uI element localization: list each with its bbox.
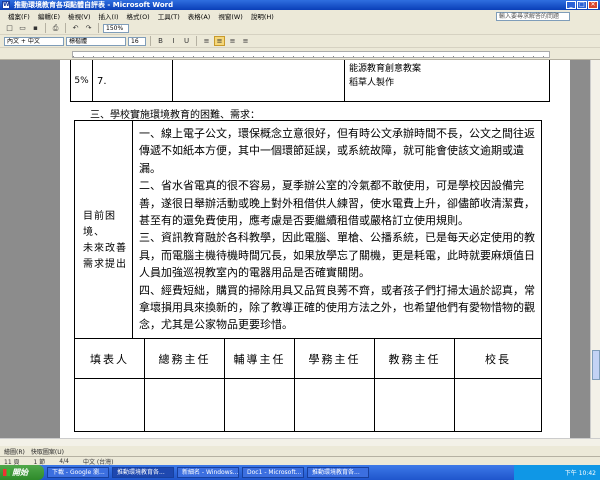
zoom-select[interactable]: 150% [103, 23, 129, 33]
paragraph: 三、資訊教育融於各科教學，因此電腦、單槍、公播系統，已是每天必定使用的教具，而電… [139, 231, 535, 280]
signature-cell[interactable] [75, 379, 145, 431]
document-area: 5% 7. 能源教育創意教案 稻草人製作 三、學校實施環境教育的困難、需求： 目… [0, 60, 590, 438]
autoshapes-menu[interactable]: 快取圖案(U) [31, 447, 64, 456]
italic-icon[interactable]: I [168, 36, 179, 46]
signature-row [75, 379, 541, 431]
window-controls: _ □ ✕ [566, 1, 598, 9]
description-line: 稻草人製作 [349, 78, 395, 88]
drawing-toolbar: 繪圖(R) 快取圖案(U) [0, 446, 600, 456]
paragraph: 二、省水省電真的很不容易，夏季辦公室的冷氣都不敢使用，可是學校因設備完善，遂很日… [139, 179, 535, 228]
menu-table[interactable]: 表格(A) [184, 11, 215, 21]
toolbar-separator [98, 23, 99, 33]
close-button[interactable]: ✕ [588, 1, 598, 9]
menu-edit[interactable]: 編輯(E) [34, 11, 64, 21]
section-heading: 三、學校實施環境教育的困難、需求： [90, 110, 260, 121]
minimize-button[interactable]: _ [566, 1, 576, 9]
signature-cell[interactable] [375, 379, 455, 431]
align-center-icon[interactable]: ≡ [214, 36, 225, 46]
taskbar: 開始 下載 - Google 瀏... 推動環境教育各... 新細名 - Win… [0, 465, 600, 480]
taskbar-item[interactable]: 推動環境教育各... [307, 467, 369, 478]
vertical-scrollbar[interactable] [590, 60, 600, 438]
signature-cell[interactable] [225, 379, 295, 431]
menu-tools[interactable]: 工具(T) [154, 11, 184, 21]
signature-header: 學務主任 [295, 339, 375, 378]
signature-cell[interactable] [455, 379, 541, 431]
menu-window[interactable]: 視窗(W) [214, 11, 247, 21]
signature-header-row: 填表人 總務主任 輔導主任 學務主任 教務主任 校長 [75, 339, 541, 379]
open-icon[interactable]: ▭ [17, 23, 28, 33]
status-pages: 4/4 [59, 457, 69, 465]
status-bar: 11 頁 1 節 4/4 中文 (台灣) [0, 456, 600, 466]
percent-cell: 5% [71, 60, 93, 102]
word-app-icon[interactable]: W [2, 1, 10, 9]
signature-cell[interactable] [295, 379, 375, 431]
draw-menu[interactable]: 繪圖(R) [4, 447, 25, 456]
menu-file[interactable]: 檔案(F) [4, 11, 34, 21]
empty-cell [257, 60, 345, 102]
save-icon[interactable]: ▪ [30, 23, 41, 33]
taskbar-item[interactable]: Doc1 - Microsoft... [242, 467, 304, 478]
horizontal-scrollbar[interactable] [0, 438, 600, 446]
paragraph: 四、經費短絀，購買的掃除用具又品質良莠不齊，或者孩子們打掃太過於認真，常拿壞損用… [139, 283, 535, 332]
window-title: 推動環境教育各項點體自評表 - Microsoft Word [14, 1, 174, 9]
difficulties-content-cell: 一、線上電子公文，環保概念立意很好，但有時公文承辦時間不長，公文之間往返傳遞不如… [133, 121, 541, 339]
row-label-cell: 目前困境、 未來改善 需求提出 [75, 121, 133, 339]
toolbar-separator [45, 23, 46, 33]
horizontal-ruler[interactable] [0, 48, 600, 60]
redo-icon[interactable]: ↷ [83, 23, 94, 33]
taskbar-item[interactable]: 推動環境教育各... [112, 467, 174, 478]
row-label-line: 需求提出 [83, 259, 127, 270]
windows-logo-icon [3, 469, 10, 476]
print-icon[interactable]: ⎙ [50, 23, 61, 33]
font-select[interactable]: 標楷體 [66, 36, 126, 46]
style-select[interactable]: 內文 + 中文 [4, 36, 64, 46]
taskbar-item[interactable]: 新細名 - Windows... [177, 467, 239, 478]
new-document-icon[interactable]: □ [4, 23, 15, 33]
help-search-input[interactable]: 輸入要尋求解答的問題 [496, 12, 570, 21]
align-right-icon[interactable]: ≡ [227, 36, 238, 46]
description-line: 能源教育創意教案 [349, 64, 422, 74]
row-label-line: 目前困境、 [83, 211, 116, 238]
maximize-button[interactable]: □ [577, 1, 587, 9]
taskbar-item[interactable]: 下載 - Google 瀏... [47, 467, 109, 478]
toolbar-separator [196, 36, 197, 46]
difficulties-table: 目前困境、 未來改善 需求提出 一、線上電子公文，環保概念立意很好，但有時公文承… [74, 120, 542, 432]
bold-icon[interactable]: B [155, 36, 166, 46]
item-number-cell: 7. [93, 60, 173, 102]
row-label: 目前困境、 未來改善 需求提出 [83, 209, 132, 273]
system-tray: 下午 10:42 [514, 465, 600, 480]
font-size-select[interactable]: 16 [128, 36, 146, 46]
underline-icon[interactable]: U [181, 36, 192, 46]
start-button[interactable]: 開始 [0, 465, 44, 480]
standard-toolbar: □ ▭ ▪ ⎙ ↶ ↷ 150% [0, 22, 600, 35]
signature-header: 教務主任 [375, 339, 455, 378]
title-bar: W 推動環境教育各項點體自評表 - Microsoft Word _ □ ✕ [0, 0, 600, 10]
start-label: 開始 [12, 468, 28, 477]
description-cell: 能源教育創意教案 稻草人製作 [345, 60, 545, 102]
undo-icon[interactable]: ↶ [70, 23, 81, 33]
signature-header: 填表人 [75, 339, 145, 378]
paragraph: 一、線上電子公文，環保概念立意很好，但有時公文承辦時間不長，公文之間往返傳遞不如… [139, 127, 535, 175]
signature-header: 校長 [485, 352, 511, 366]
clock[interactable]: 下午 10:42 [565, 468, 596, 477]
signature-cell[interactable] [145, 379, 225, 431]
signature-header: 總務主任 [145, 339, 225, 378]
justify-icon[interactable]: ≡ [240, 36, 251, 46]
row-label-line: 未來改善 [83, 243, 127, 254]
scroll-thumb[interactable] [592, 350, 600, 380]
signature-header: 輔導主任 [225, 339, 295, 378]
ruler-strip [72, 51, 550, 58]
menu-view[interactable]: 檢視(V) [64, 11, 95, 21]
document-page[interactable]: 5% 7. 能源教育創意教案 稻草人製作 三、學校實施環境教育的困難、需求： 目… [60, 60, 570, 438]
toolbar-separator [65, 23, 66, 33]
previous-table-fragment: 5% 7. 能源教育創意教案 稻草人製作 [70, 60, 550, 102]
toolbar-separator [150, 36, 151, 46]
menu-insert[interactable]: 插入(I) [95, 11, 123, 21]
menu-format[interactable]: 格式(O) [123, 11, 154, 21]
align-left-icon[interactable]: ≡ [201, 36, 212, 46]
formatting-toolbar: 內文 + 中文 標楷體 16 B I U ≡ ≡ ≡ ≡ [0, 35, 600, 48]
menu-help[interactable]: 說明(H) [247, 11, 278, 21]
